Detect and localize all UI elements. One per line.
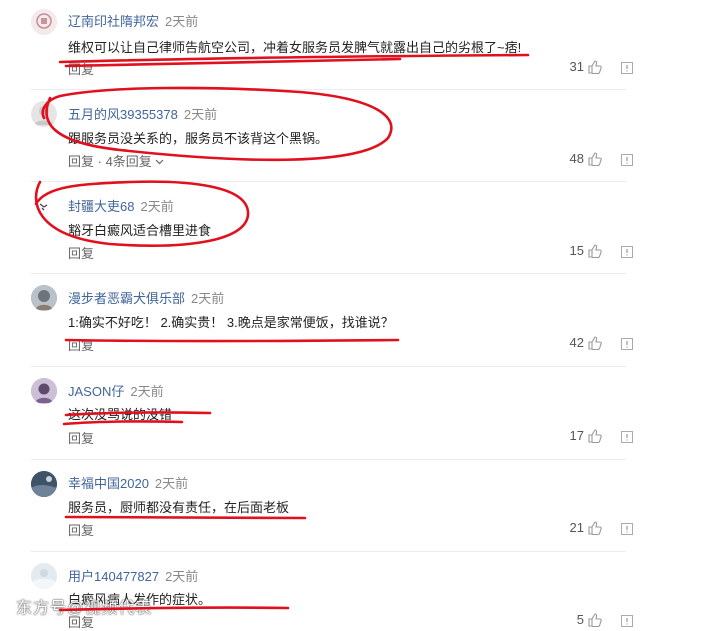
timestamp: 2天前: [154, 476, 189, 491]
annotation-circle: [41, 86, 393, 162]
username[interactable]: 五月的风39355378: [68, 107, 178, 122]
reply-row: 回复: [68, 520, 94, 539]
like-count: 15: [569, 243, 584, 258]
like-count: 48: [569, 151, 584, 166]
reply-button[interactable]: 回复: [68, 338, 94, 353]
report-icon[interactable]: [621, 431, 634, 443]
username[interactable]: 漫步者恶霸犬俱乐部: [68, 291, 185, 306]
reply-button[interactable]: 回复: [68, 246, 94, 261]
reply-button[interactable]: 回复: [68, 62, 94, 77]
report-icon[interactable]: [621, 523, 634, 535]
thumbs-up-icon[interactable]: [588, 244, 602, 259]
reply-row: 回复: [68, 243, 94, 262]
annotation-underline: [58, 53, 530, 64]
avatar[interactable]: [31, 9, 57, 35]
thumbs-up-icon[interactable]: [588, 429, 602, 444]
timestamp: 2天前: [140, 199, 174, 214]
username[interactable]: 用户140477827: [68, 569, 159, 584]
thumbs-up-icon[interactable]: [588, 613, 602, 628]
comment-meta: 幸福中国2020 2天前: [68, 473, 188, 492]
reply-button[interactable]: 回复: [68, 154, 94, 169]
annotation-underline: [64, 515, 307, 520]
report-icon[interactable]: [621, 62, 634, 74]
annotation-underline: [64, 338, 400, 343]
like-count: 21: [569, 520, 584, 535]
watermark: 东方号@视频代表: [16, 600, 153, 617]
like-area: 15: [566, 243, 634, 259]
username[interactable]: 封疆大吏68: [68, 199, 134, 214]
reply-row: 回复: [68, 59, 94, 78]
like-count: 42: [569, 335, 584, 350]
divider: [31, 366, 626, 367]
comment-meta: 辽南印社隋邦宏 2天前: [68, 11, 198, 30]
timestamp: 2天前: [165, 14, 199, 29]
timestamp: 2天前: [183, 107, 218, 122]
comment-meta: JASON仔 2天前: [68, 381, 164, 400]
comment-text: 豁牙白癜风适合槽里进食: [68, 223, 212, 238]
avatar[interactable]: [31, 285, 57, 311]
username[interactable]: 幸福中国2020: [68, 476, 149, 491]
thumbs-up-icon[interactable]: [588, 521, 602, 536]
reply-row: 回复 · 4条回复: [68, 151, 164, 170]
comment-meta: 五月的风39355378 2天前: [68, 104, 217, 123]
divider: [31, 551, 626, 552]
report-icon[interactable]: [621, 615, 634, 627]
reply-row: 回复: [68, 335, 94, 354]
avatar[interactable]: [31, 471, 57, 497]
like-area: 42: [566, 335, 634, 351]
report-icon[interactable]: [621, 154, 634, 166]
thumbs-up-icon[interactable]: [588, 152, 602, 167]
annotation-underline: [64, 57, 402, 68]
reply-button[interactable]: 回复: [68, 523, 94, 538]
comment-text: 这次没骂说的没错: [68, 407, 173, 422]
username[interactable]: JASON仔: [68, 384, 124, 399]
like-area: 5: [566, 612, 634, 628]
comment-meta: 漫步者恶霸犬俱乐部 2天前: [68, 288, 224, 307]
comment-meta: 用户140477827 2天前: [68, 566, 198, 585]
like-area: 21: [566, 520, 634, 536]
report-icon[interactable]: [621, 338, 634, 350]
divider: [31, 459, 626, 460]
timestamp: 2天前: [191, 291, 225, 306]
comment-meta: 封疆大吏68 2天前: [68, 196, 174, 215]
divider: [31, 89, 626, 90]
divider: [31, 181, 626, 182]
like-area: 48: [566, 151, 634, 167]
like-count: 17: [569, 428, 584, 443]
timestamp: 2天前: [165, 569, 199, 584]
avatar[interactable]: [31, 193, 57, 219]
divider: [31, 273, 626, 274]
avatar[interactable]: [31, 563, 57, 589]
report-icon[interactable]: [621, 246, 634, 258]
like-area: 31: [566, 59, 634, 75]
reply-row: 回复: [68, 428, 94, 447]
chevron-down-icon[interactable]: [155, 157, 164, 166]
comment-text: 维权可以让自己律师告航空公司，冲着女服务员发脾气就露出自己的劣根了~痞!: [68, 40, 522, 55]
avatar[interactable]: [31, 101, 57, 127]
timestamp: 2天前: [130, 384, 164, 399]
like-area: 17: [566, 428, 634, 444]
thumbs-up-icon[interactable]: [588, 60, 602, 75]
like-count: 31: [569, 59, 584, 74]
thumbs-up-icon[interactable]: [588, 336, 602, 351]
comment-text: 1:确实不好吃！ 2.确实贵！ 3.晚点是家常便饭，找谁说？: [68, 315, 394, 330]
username[interactable]: 辽南印社隋邦宏: [68, 14, 159, 29]
comment-text: 服务员，厨师都没有责任，在后面老板: [68, 500, 290, 515]
like-count: 5: [576, 612, 584, 627]
comment-text: 跟服务员没关系的，服务员不该背这个黑锅。: [68, 131, 329, 146]
avatar[interactable]: [31, 378, 57, 404]
view-replies-link[interactable]: · 4条回复: [94, 154, 152, 169]
reply-button[interactable]: 回复: [68, 431, 94, 446]
